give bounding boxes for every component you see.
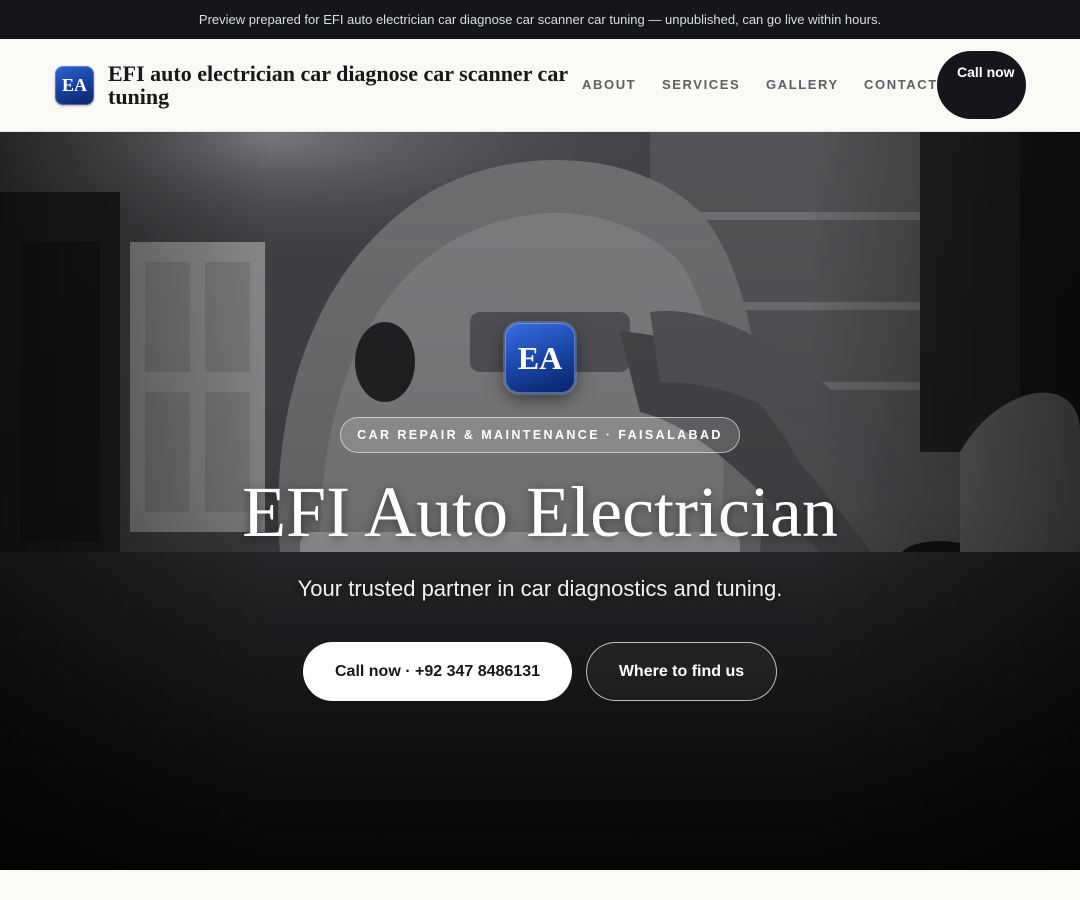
where-to-find-us-button[interactable]: Where to find us (586, 642, 777, 701)
call-now-button[interactable]: Call now (937, 51, 1026, 119)
nav-item-about[interactable]: ABOUT (582, 77, 636, 92)
hero-tagline-pill: CAR REPAIR & MAINTENANCE · FAISALABAD (340, 417, 740, 453)
nav-item-contact[interactable]: CONTACT (864, 77, 938, 92)
hero-content: EA CAR REPAIR & MAINTENANCE · FAISALABAD… (0, 132, 1080, 870)
brand-name[interactable]: EFI auto electrician car diagnose car sc… (108, 62, 588, 108)
site-header: EA EFI auto electrician car diagnose car… (0, 39, 1080, 132)
nav-item-services[interactable]: SERVICES (662, 77, 740, 92)
hero-section: EA CAR REPAIR & MAINTENANCE · FAISALABAD… (0, 132, 1080, 870)
preview-banner: Preview prepared for EFI auto electricia… (0, 0, 1080, 39)
hero-logo-badge: EA (505, 323, 575, 393)
nav-item-gallery[interactable]: GALLERY (766, 77, 839, 92)
hero-title: EFI Auto Electrician (242, 472, 838, 552)
call-now-phone-button[interactable]: Call now · +92 347 8486131 (303, 642, 572, 701)
preview-banner-text: Preview prepared for EFI auto electricia… (198, 12, 882, 27)
logo-badge[interactable]: EA (55, 66, 94, 105)
next-section-edge (0, 870, 1080, 900)
hero-subtitle: Your trusted partner in car diagnostics … (297, 576, 783, 601)
